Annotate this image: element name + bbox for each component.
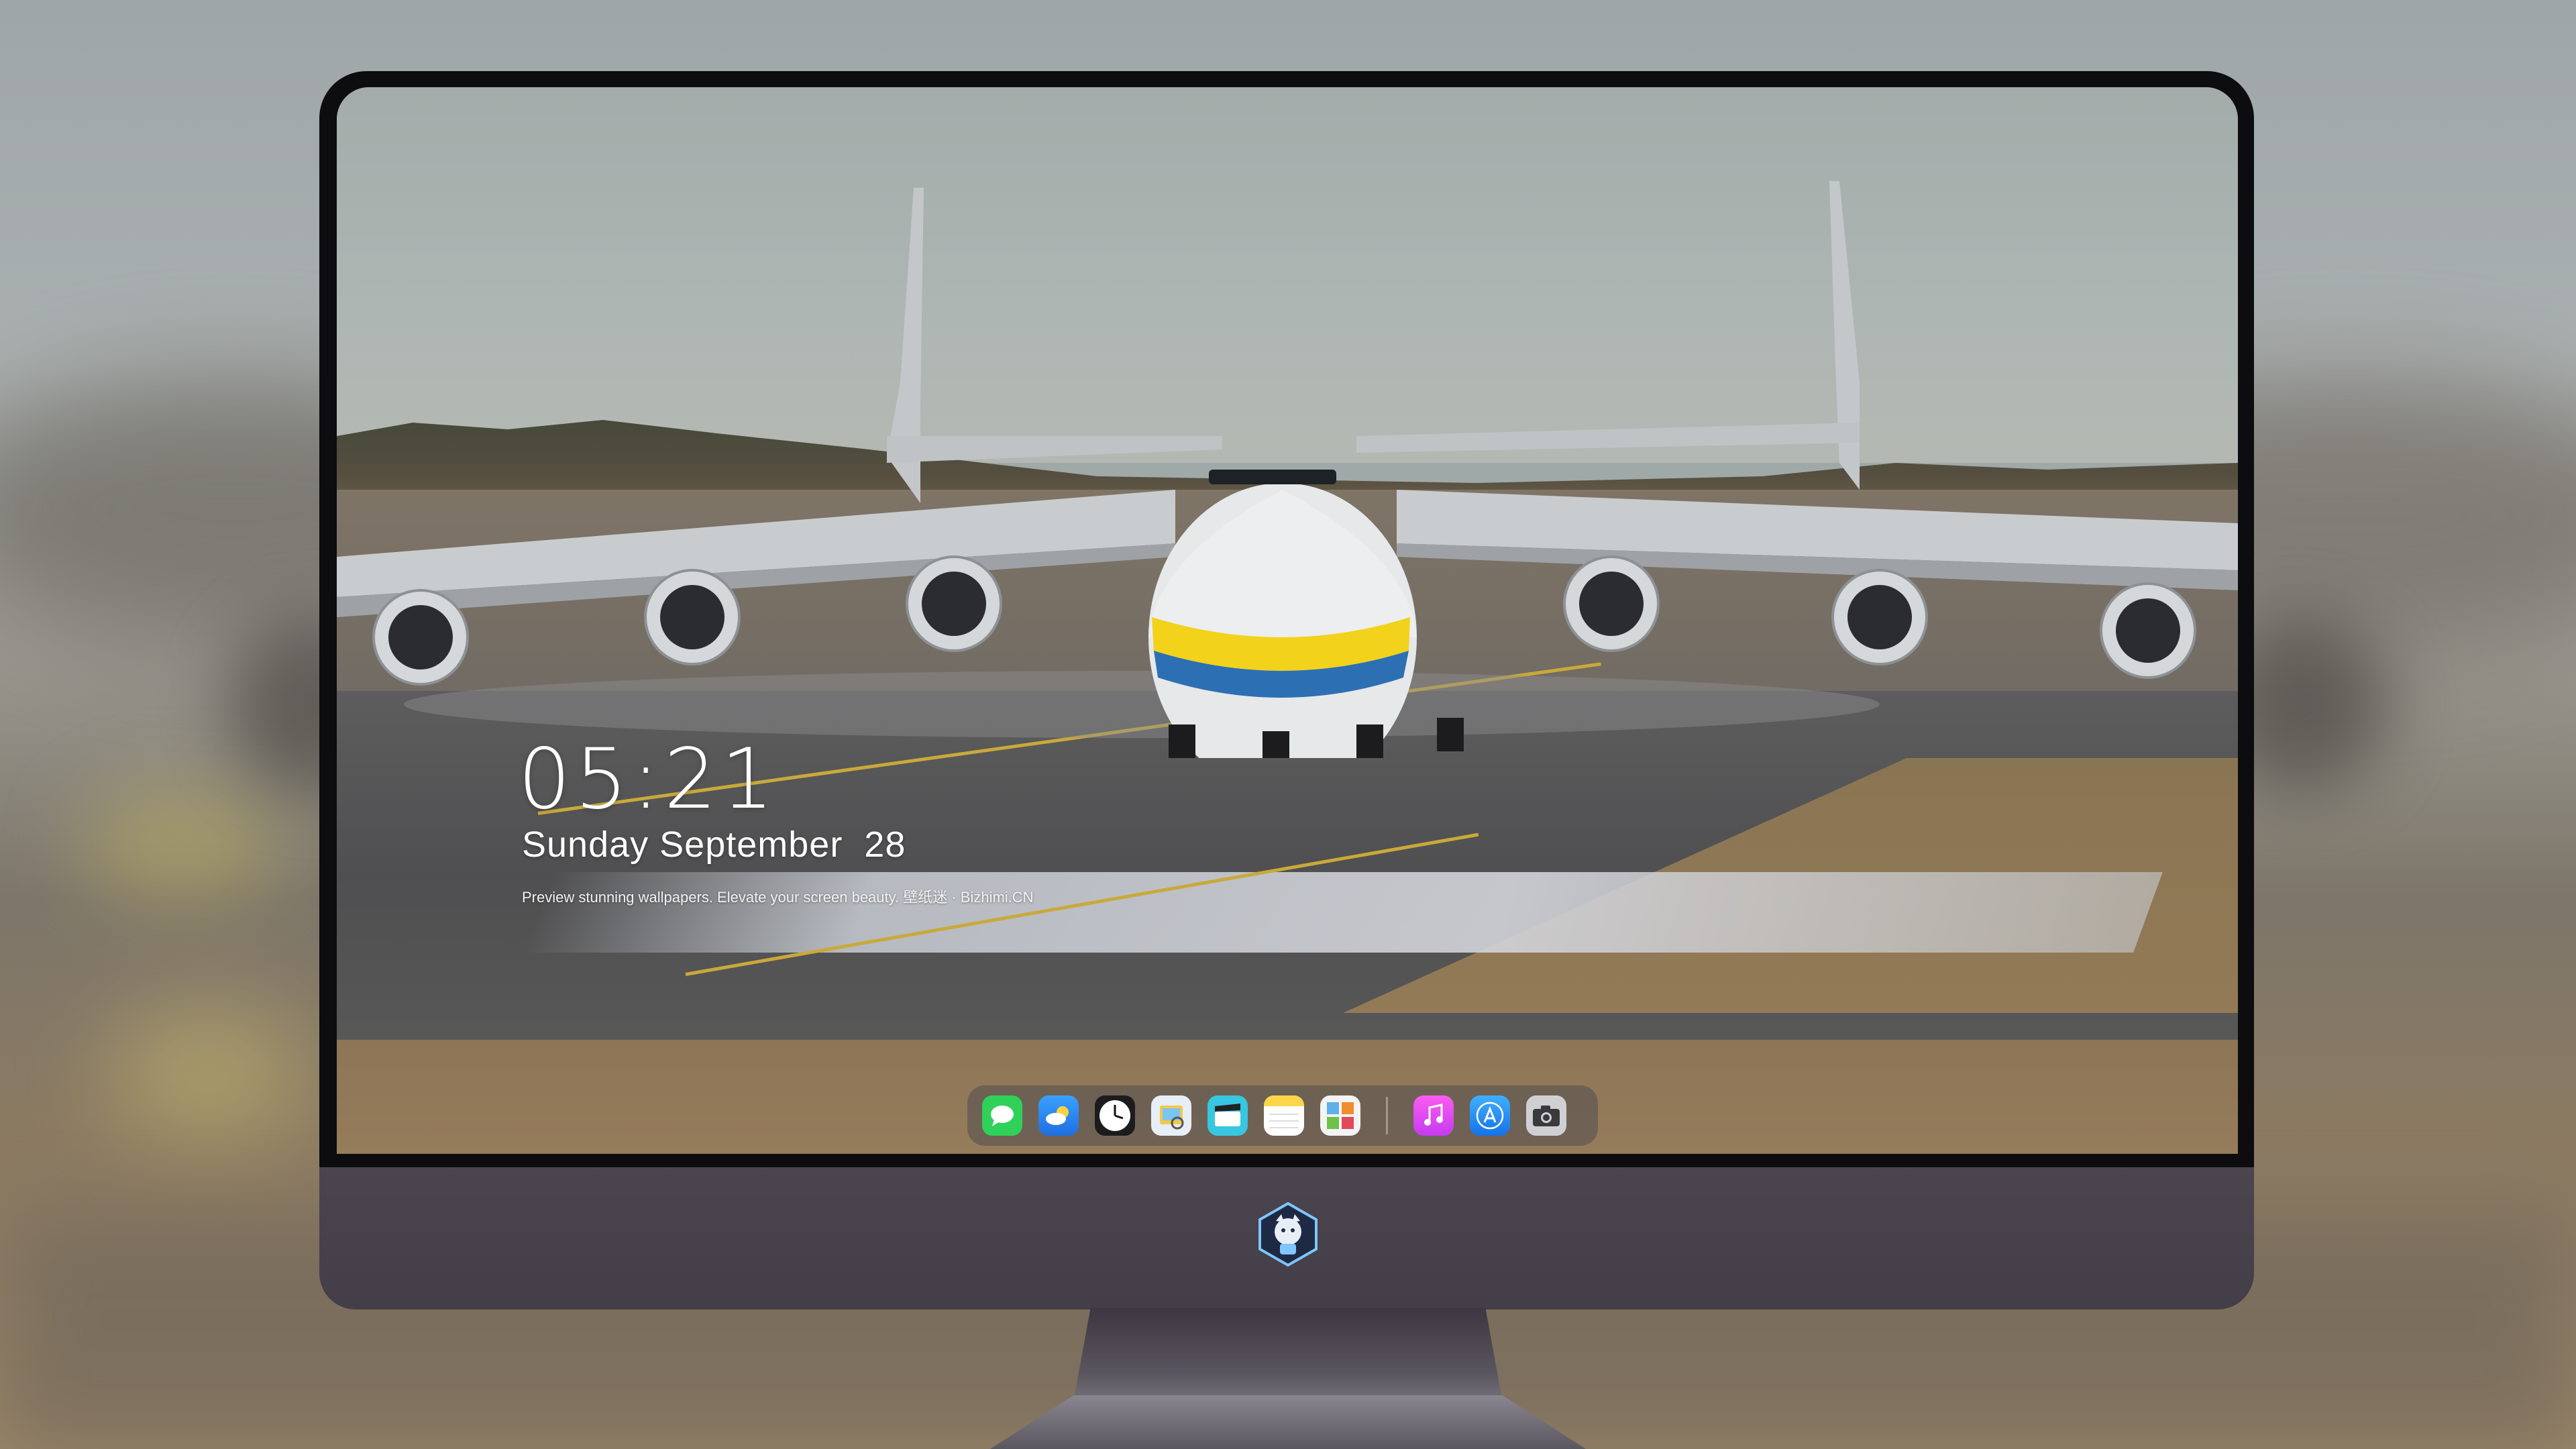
lock-screen-date: Sunday September 28 [522, 824, 906, 865]
brand-logo-icon [1258, 1201, 1318, 1267]
wallpaper-aircraft [337, 181, 2238, 758]
notes-icon[interactable] [1264, 1095, 1304, 1136]
monitor-stand-base [990, 1395, 1586, 1449]
messages-icon[interactable] [982, 1095, 1022, 1136]
preview-icon[interactable] [1151, 1095, 1191, 1136]
music-icon[interactable] [1413, 1095, 1454, 1136]
dock-separator [1386, 1097, 1388, 1134]
wallpaper-snow-patch [523, 872, 2163, 953]
app-store-icon[interactable] [1470, 1095, 1510, 1136]
lock-screen[interactable]: 05:21 Sunday September 28 Preview stunni… [337, 87, 2238, 1154]
wallpaper-caption: Preview stunning wallpapers. Elevate you… [522, 889, 1034, 906]
dock [967, 1085, 1598, 1146]
clips-icon[interactable] [1208, 1095, 1248, 1136]
camera-icon[interactable] [1526, 1095, 1566, 1136]
monitor-stand-neck [1073, 1308, 1503, 1402]
clock-icon[interactable] [1095, 1095, 1135, 1136]
lock-screen-clock: 05:21 [518, 731, 778, 828]
weather-icon[interactable] [1038, 1095, 1079, 1136]
photos-gallery-icon[interactable] [1320, 1095, 1360, 1136]
